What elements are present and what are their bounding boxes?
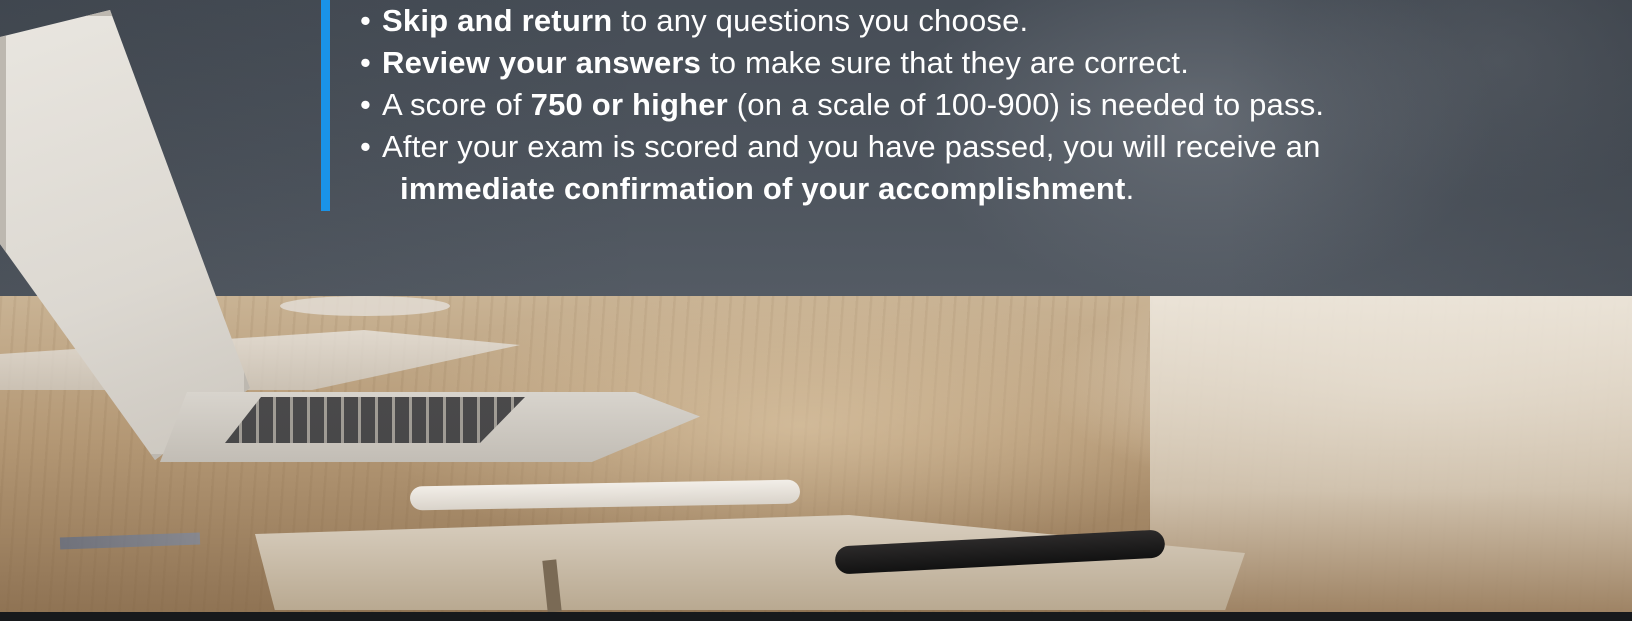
bullet-bold-text: immediate confirmation of your accomplis… <box>400 171 1126 206</box>
bullet-bold-text: 750 or higher <box>530 87 728 122</box>
bullet-bold-text: Review your answers <box>382 45 702 80</box>
bullet-skip-and-return: Skip and return to any questions you cho… <box>360 0 1540 42</box>
bullet-passing-score: A score of 750 or higher (on a scale of … <box>360 84 1540 126</box>
bullet-text: After your exam is scored and you have p… <box>382 129 1321 164</box>
bullet-confirmation: After your exam is scored and you have p… <box>360 126 1540 210</box>
bullet-review-answers: Review your answers to make sure that th… <box>360 42 1540 84</box>
bullet-text: to any questions you choose. <box>612 3 1029 38</box>
bullet-continuation: immediate confirmation of your accomplis… <box>382 168 1540 210</box>
bullet-text: . <box>1125 171 1135 206</box>
bullet-bold-text: Skip and return <box>382 3 613 38</box>
bullet-text: (on a scale of 100-900) is needed to pas… <box>727 87 1325 122</box>
coffee-cup-image <box>280 296 450 316</box>
bottom-edge-bar <box>0 612 1632 621</box>
slide: Skip and return to any questions you cho… <box>0 0 1632 621</box>
exam-info-list: Skip and return to any questions you cho… <box>360 0 1540 210</box>
laptop-keyboard-image <box>225 397 525 443</box>
bullet-text: to make sure that they are correct. <box>701 45 1190 80</box>
accent-bar <box>321 0 330 211</box>
bullet-text: A score of <box>382 87 531 122</box>
